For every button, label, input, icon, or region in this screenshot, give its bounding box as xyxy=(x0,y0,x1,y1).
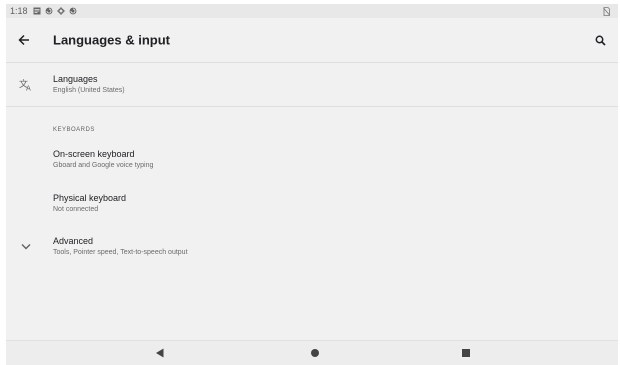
notification-icon xyxy=(33,7,42,16)
languages-item[interactable]: 文 A Languages English (United States) xyxy=(6,63,618,106)
arrow-back-icon[interactable] xyxy=(8,24,40,56)
search-icon[interactable] xyxy=(588,28,612,52)
no-sim-icon xyxy=(602,6,611,16)
languages-title: Languages xyxy=(53,74,98,84)
settings-screen: 1:18 Languages & input 文 A Languages Eng… xyxy=(6,4,618,365)
page-title: Languages & input xyxy=(53,32,170,48)
on-screen-keyboard-title: On-screen keyboard xyxy=(53,148,135,159)
app-bar: Languages & input xyxy=(6,18,618,62)
advanced-item[interactable]: Advanced Tools, Pointer speed, Text-to-s… xyxy=(6,225,618,267)
status-time: 1:18 xyxy=(10,6,28,16)
keyboards-category: KEYBOARDS xyxy=(53,127,95,133)
physical-keyboard-item[interactable]: Physical keyboard Not connected xyxy=(6,181,618,225)
advanced-summary: Tools, Pointer speed, Text-to-speech out… xyxy=(53,248,188,256)
nav-recents-icon[interactable] xyxy=(462,349,471,358)
languages-summary: English (United States) xyxy=(53,87,125,94)
chevron-down-icon xyxy=(6,243,46,250)
navigation-bar xyxy=(6,340,618,365)
nav-back-icon[interactable] xyxy=(156,348,165,358)
sync-icon xyxy=(69,7,78,16)
status-bar: 1:18 xyxy=(6,4,618,18)
physical-keyboard-title: Physical keyboard xyxy=(53,192,127,203)
svg-text:A: A xyxy=(26,84,31,91)
physical-keyboard-summary: Not connected xyxy=(53,205,99,213)
nav-home-icon[interactable] xyxy=(311,349,320,358)
on-screen-keyboard-item[interactable]: On-screen keyboard Gboard and Google voi… xyxy=(6,137,618,181)
settings-icon xyxy=(57,7,66,16)
advanced-title: Advanced xyxy=(53,235,94,246)
sync-icon xyxy=(45,7,54,16)
translate-icon: 文 A xyxy=(6,79,46,91)
on-screen-keyboard-summary: Gboard and Google voice typing xyxy=(53,161,154,169)
